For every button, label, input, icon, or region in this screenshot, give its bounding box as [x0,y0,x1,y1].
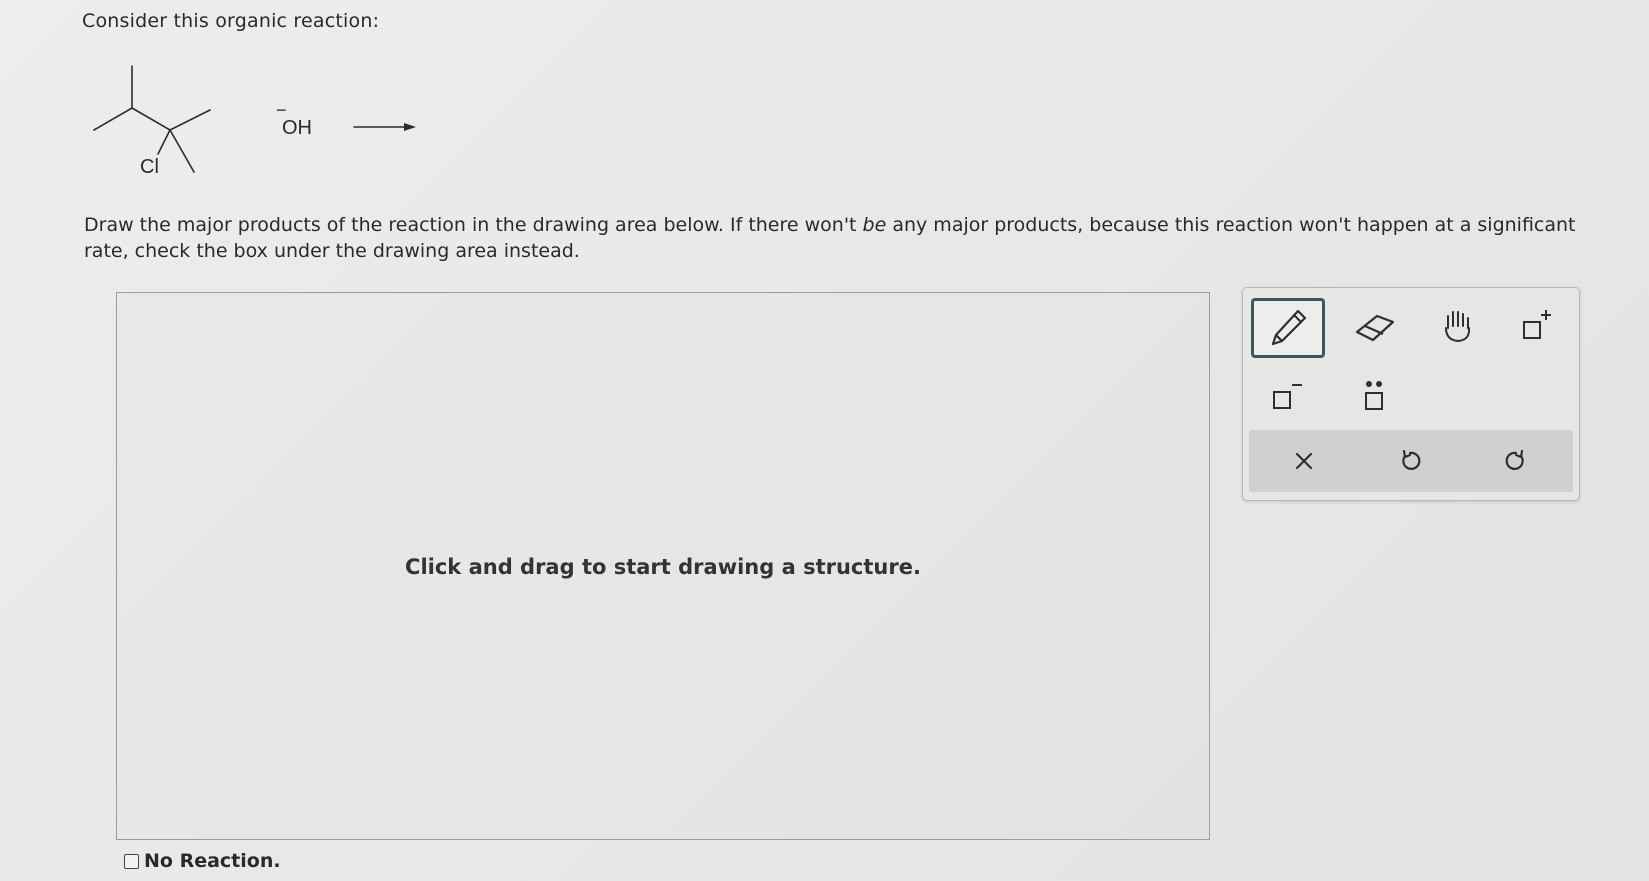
drawing-canvas[interactable]: Click and drag to start drawing a struct… [116,292,1210,840]
action-bar [1249,430,1573,492]
redo-icon [1505,449,1524,470]
clear-button[interactable] [1269,436,1339,486]
question-panel: Consider this organic reaction: Cl − OH … [0,0,1649,881]
pencil-tool-button[interactable] [1251,298,1325,358]
bond [169,109,211,131]
drawing-hint: Click and drag to start drawing a struct… [405,555,921,579]
no-reaction-option[interactable]: No Reaction. [124,850,281,872]
lone-pair-icon [1365,381,1383,410]
positive-charge-tool-button[interactable] [1501,298,1571,354]
pencil-icon [1271,309,1307,346]
hand-icon [1445,311,1471,343]
lone-pair-tool-button[interactable] [1339,368,1409,424]
drawing-toolbar [1242,287,1580,501]
undo-icon [1402,449,1421,470]
redo-button[interactable] [1481,436,1551,486]
eraser-icon [1355,314,1395,342]
bond [131,107,171,131]
instructions-emphasis: be [862,214,887,236]
undo-button[interactable] [1375,436,1445,486]
bond [93,107,133,131]
negative-charge-icon [1273,384,1302,409]
bond [169,129,195,173]
no-reaction-label: No Reaction. [144,850,281,872]
hydroxide-label: OH [282,117,312,139]
chlorine-label: Cl [140,156,159,178]
bond [157,129,171,155]
no-reaction-checkbox[interactable] [124,853,139,869]
hand-tool-button[interactable] [1423,298,1493,354]
clear-icon [1295,452,1313,470]
positive-charge-icon [1523,310,1551,339]
reaction-arrowhead [404,123,416,131]
instructions-text: Draw the major products of the reaction … [84,212,1624,264]
eraser-tool-button[interactable] [1339,300,1409,356]
instructions-part-1: Draw the major products of the reaction … [84,214,863,236]
question-prompt: Consider this organic reaction: [82,10,380,32]
reaction-scheme: Cl − OH [93,65,416,178]
negative-charge-tool-button[interactable] [1251,368,1321,424]
